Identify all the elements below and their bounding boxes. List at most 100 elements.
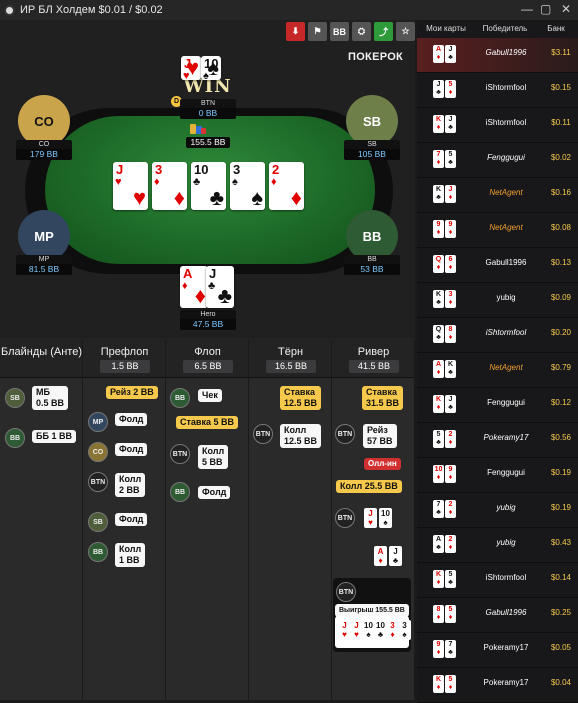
download-icon[interactable]: ⬇	[286, 22, 305, 41]
close-icon[interactable]: ✕	[561, 2, 571, 16]
minimize-icon[interactable]: —	[521, 2, 533, 16]
mini-card: K ♦	[433, 395, 444, 413]
card-suit-icon: ♦	[436, 159, 441, 166]
bb-toggle[interactable]: BB	[330, 22, 349, 41]
card-suit-icon: ♦	[436, 124, 441, 131]
hand-row[interactable]: 5 ♣ 2 ♦ Pokeramy17 $0.56	[417, 423, 578, 458]
share-icon[interactable]: ⤴	[374, 22, 393, 41]
card-suit-icon: ♦	[436, 579, 441, 586]
mini-card: 5 ♦	[445, 675, 456, 693]
bank-amount: $0.14	[550, 573, 572, 582]
hand-row[interactable]: 8 ♦ 5 ♦ Gabull1996 $0.25	[417, 598, 578, 633]
seat-name: CO	[16, 140, 72, 149]
card-rank: A	[435, 536, 442, 543]
flag-icon[interactable]: ⚑	[308, 22, 327, 41]
hand-row[interactable]: K ♦ 5 ♣ iShtormfool $0.14	[417, 563, 578, 598]
winner-name: yubig	[496, 538, 516, 547]
hand-row[interactable]: K ♣ J ♦ NetAgent $0.16	[417, 178, 578, 213]
card-suit-icon: ♣	[448, 649, 453, 656]
position-badge: BB	[170, 388, 190, 408]
seat-plate-hero: Hero 47.5 BB	[180, 310, 236, 330]
seat-stack: 81.5 BB	[16, 264, 72, 275]
card-suit-icon: ♦	[436, 369, 441, 376]
hand-row[interactable]: 7 ♦ 5 ♣ Fenggugui $0.02	[417, 143, 578, 178]
action-label: ББ 1 BB	[32, 430, 76, 443]
bank-amount: $0.43	[550, 538, 572, 547]
bank-amount: $0.11	[551, 118, 571, 127]
position-badge: MP	[88, 412, 108, 432]
position-badge: SB	[88, 512, 108, 532]
column-title: Ривер	[357, 346, 390, 358]
star-icon[interactable]: ☆	[396, 22, 415, 41]
winner-name: iShtormfool	[485, 573, 527, 582]
winner-name: Fenggugui	[487, 398, 525, 407]
bank-amount: $0.19	[550, 468, 572, 477]
card-suit-icon: ♦	[182, 280, 188, 292]
mini-card: 10 ♦	[433, 465, 444, 483]
seat-label: BB	[362, 228, 382, 244]
col-header-winner: Победитель	[482, 24, 528, 33]
card-suit-icon: ♠	[251, 185, 263, 210]
card-suit-icon: ♣	[436, 544, 441, 551]
mini-card: 2 ♦	[445, 500, 456, 518]
hand-row[interactable]: 7 ♣ 2 ♦ yubig $0.19	[417, 493, 578, 528]
hand-row[interactable]: K ♣ 3 ♦ yubig $0.09	[417, 283, 578, 318]
hand-row[interactable]: A ♣ 2 ♦ yubig $0.43	[417, 528, 578, 563]
mini-card: Q ♦	[433, 255, 444, 273]
mini-card: 5 ♣	[445, 570, 456, 588]
card-rank: K	[435, 291, 442, 298]
hand-row[interactable]: 9 ♦ 9 ♦ NetAgent $0.08	[417, 213, 578, 248]
playing-card: 10 ♠ ♠	[201, 56, 221, 82]
mini-card: 2 ♦	[445, 535, 456, 553]
hand-row[interactable]: Q ♣ 8 ♦ iShtormfool $0.20	[417, 318, 578, 353]
maximize-icon[interactable]: ▢	[540, 2, 551, 16]
card-rank: J	[209, 266, 217, 281]
mini-card: J ♣	[445, 115, 456, 133]
hand-row[interactable]: J ♣ 5 ♦ iShtormfool $0.15	[417, 73, 578, 108]
card-suit-icon: ♦	[378, 556, 383, 565]
winner-name: yubig	[496, 503, 516, 512]
hand-row[interactable]: 10 ♦ 9 ♦ Fenggugui $0.19	[417, 458, 578, 493]
position-badge: BTN	[88, 472, 108, 492]
card-suit-icon: ♣	[392, 556, 399, 565]
seat-stack: 105 BB	[344, 149, 400, 160]
mini-card: Q ♣	[433, 325, 444, 343]
action-label: МБ 0.5 BB	[32, 386, 69, 410]
hand-row[interactable]: K ♦ J ♣ Fenggugui $0.12	[417, 388, 578, 423]
seat-stack: 0 BB	[180, 108, 236, 119]
hand-row[interactable]: 9 ♦ 7 ♣ Pokeramy17 $0.05	[417, 633, 578, 668]
card-rank: 3	[402, 621, 407, 630]
hand-row[interactable]: Q ♦ 6 ♦ Gabull1996 $0.13	[417, 248, 578, 283]
card-suit-icon: ♦	[194, 283, 206, 308]
seat-label: MP	[34, 228, 54, 244]
mini-card: 3 ♠	[398, 620, 411, 640]
column-pot: 6.5 BB	[183, 360, 233, 373]
mini-card: 5 ♣	[433, 430, 444, 448]
mini-card: 9 ♦	[433, 220, 444, 238]
hand-row[interactable]: A ♦ J ♣ Gabull1996 $3.11	[417, 38, 578, 73]
card-suit-icon: ♦	[448, 439, 453, 446]
position-badge: BTN	[335, 508, 355, 528]
card-rank: A	[377, 547, 384, 556]
position-badge: CO	[88, 442, 108, 462]
winner-name: Gabull1996	[485, 48, 527, 57]
card-suit-icon: ♣	[436, 299, 441, 306]
action-label: Фолд	[115, 513, 148, 526]
card-suit-icon: ♣	[208, 280, 216, 292]
playing-card: 3 ♦ ♦	[152, 162, 187, 210]
hand-row[interactable]: K ♦ J ♣ iShtormfool $0.11	[417, 108, 578, 143]
mini-card: A ♦	[374, 546, 387, 566]
card-suit-icon: ♣	[448, 369, 453, 376]
position-badge: BTN	[170, 444, 190, 464]
card-rank: 2	[448, 536, 453, 543]
replay-toolbar: ⬇ ⚑ BB ⛭ ⤴ ☆	[286, 22, 415, 41]
hand-row[interactable]: K ♦ 5 ♦ Pokeramy17 $0.04	[417, 668, 578, 703]
title-bar: ИР БЛ Холдем $0.01 / $0.02	[0, 0, 578, 20]
incognito-icon[interactable]: ⛭	[352, 22, 371, 41]
col-header-cards: Мои карты	[426, 24, 466, 33]
card-suit-icon: ♣	[448, 54, 453, 61]
card-rank: 5	[436, 431, 441, 438]
seat-stack: 179 BB	[16, 149, 72, 160]
hand-row[interactable]: A ♦ K ♣ NetAgent $0.79	[417, 353, 578, 388]
card-suit-icon: ♦	[290, 185, 302, 210]
